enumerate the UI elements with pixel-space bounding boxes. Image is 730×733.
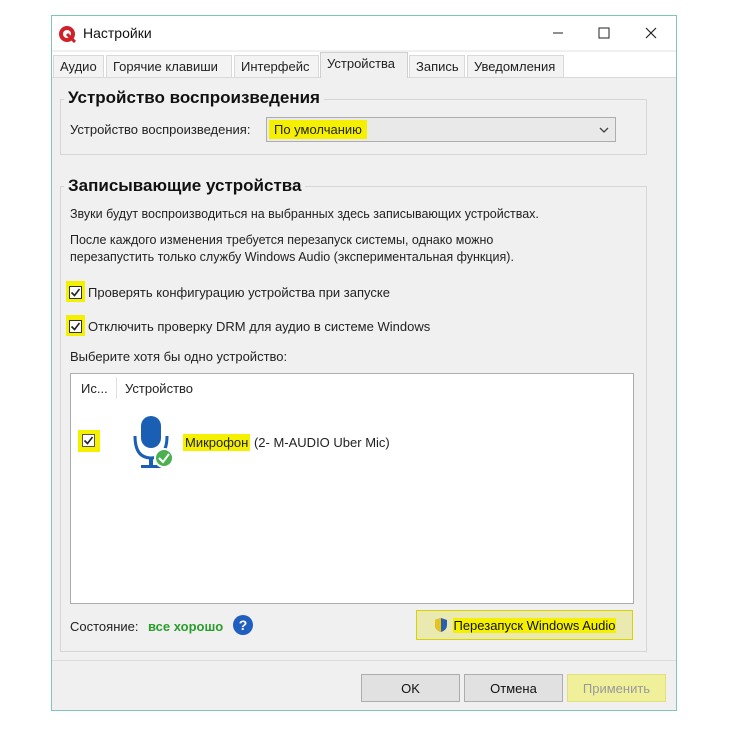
tab-interface[interactable]: Интерфейс (234, 55, 319, 77)
minimize-icon (553, 32, 563, 34)
footer-divider (52, 660, 676, 661)
tab-hotkeys[interactable]: Горячие клавиши (106, 55, 232, 77)
column-header-use[interactable]: Ис... (81, 381, 108, 396)
status-value: все хорошо (148, 619, 224, 634)
device-row[interactable]: Микрофон (2- M-AUDIO Uber Mic) (71, 414, 633, 474)
playback-group-title: Устройство воспроизведения (64, 88, 324, 108)
cancel-button[interactable]: Отмена (464, 674, 563, 702)
device-name-wrapper: Микрофон (2- M-AUDIO Uber Mic) (183, 434, 390, 451)
device-use-checkbox[interactable] (82, 434, 95, 447)
help-icon[interactable]: ? (233, 615, 253, 635)
tab-audio[interactable]: Аудио (53, 55, 104, 77)
window-title: Настройки (83, 25, 152, 41)
microphone-icon (133, 416, 174, 468)
column-divider (116, 377, 117, 399)
app-logo-icon (59, 26, 76, 43)
chevron-down-icon (599, 127, 609, 133)
device-name: Микрофон (183, 434, 251, 451)
device-list[interactable]: Ис... Устройство Микрофон (2- M-AUDIO Ub… (70, 373, 634, 604)
checkmark-icon (70, 288, 81, 297)
shield-icon (435, 618, 448, 632)
tab-record[interactable]: Запись (409, 55, 465, 77)
disable-drm-label[interactable]: Отключить проверку DRM для аудио в систе… (88, 319, 430, 334)
close-icon (645, 27, 657, 39)
check-config-checkbox[interactable] (69, 286, 82, 299)
ok-button[interactable]: OK (361, 674, 460, 702)
recording-group-title: Записывающие устройства (64, 176, 306, 196)
restart-windows-audio-button[interactable]: Перезапуск Windows Audio (416, 610, 633, 640)
tab-strip: Аудио Горячие клавиши Интерфейс Устройст… (52, 52, 676, 78)
title-bar: Настройки (52, 16, 676, 50)
column-header-device[interactable]: Устройство (125, 381, 193, 396)
status-label: Состояние: (70, 619, 139, 634)
recording-info-1: Звуки будут воспроизводиться на выбранны… (70, 207, 539, 221)
apply-button[interactable]: Применить (567, 674, 666, 702)
maximize-icon (598, 27, 610, 39)
restart-button-label: Перезапуск Windows Audio (453, 617, 616, 633)
tab-notifications[interactable]: Уведомления (467, 55, 564, 77)
playback-device-label: Устройство воспроизведения: (70, 122, 251, 137)
checkmark-icon (70, 322, 81, 331)
minimize-button[interactable] (535, 16, 581, 50)
playback-device-select[interactable]: По умолчанию (266, 117, 616, 142)
maximize-button[interactable] (581, 16, 627, 50)
close-button[interactable] (628, 16, 674, 50)
check-config-label[interactable]: Проверять конфигурацию устройства при за… (88, 285, 390, 300)
tab-devices[interactable]: Устройства (320, 52, 408, 78)
recording-info-2a: После каждого изменения требуется переза… (70, 233, 494, 247)
recording-info-2b: перезапустить только службу Windows Audi… (70, 250, 514, 264)
device-detail: (2- M-AUDIO Uber Mic) (253, 435, 390, 450)
playback-device-value: По умолчанию (269, 120, 367, 139)
checkmark-icon (83, 436, 94, 445)
disable-drm-checkbox[interactable] (69, 320, 82, 333)
select-device-prompt: Выберите хотя бы одно устройство: (70, 349, 288, 364)
